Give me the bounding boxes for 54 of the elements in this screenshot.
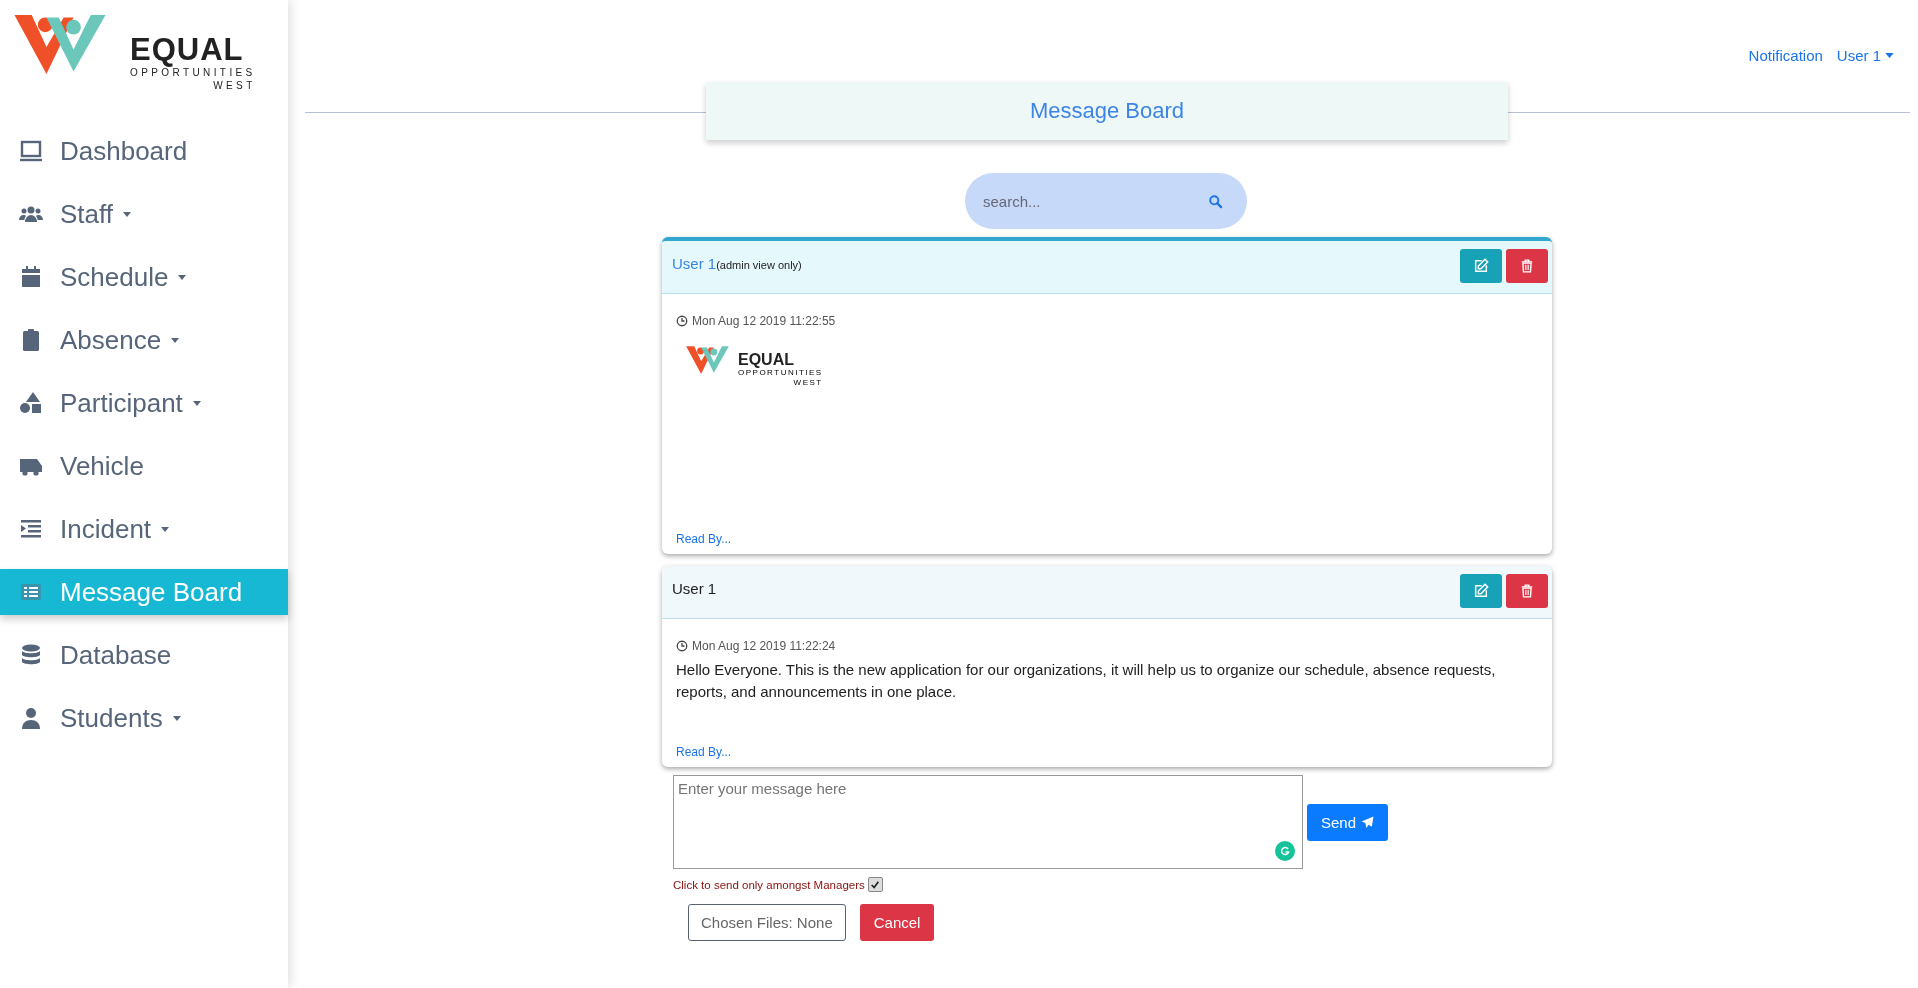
caret-icon xyxy=(192,400,201,406)
logo-subtitle: OPPORTUNITIES xyxy=(130,67,256,80)
post-time: Mon Aug 12 2019 11:22:24 xyxy=(692,639,836,653)
delete-button[interactable] xyxy=(1506,249,1548,283)
author-name: User 1 xyxy=(672,255,717,272)
edit-icon xyxy=(1473,258,1489,274)
sidebar-item[interactable]: Participant xyxy=(0,380,288,426)
cancel-button[interactable]: Cancel xyxy=(859,904,935,941)
search-icon xyxy=(1208,194,1223,209)
send-button[interactable]: Send xyxy=(1307,803,1389,841)
caret-icon xyxy=(161,526,170,532)
clock-icon xyxy=(676,640,688,652)
sidebar-item[interactable]: Vehicle xyxy=(0,443,288,489)
sidebar-item[interactable]: Schedule xyxy=(0,254,288,300)
logo-title: EQUAL xyxy=(130,34,244,66)
clock-icon xyxy=(676,315,688,327)
search-field[interactable]: search... xyxy=(965,173,1247,229)
caret-icon xyxy=(123,211,131,217)
checkmark-icon xyxy=(870,879,881,890)
author-name: User 1 xyxy=(672,580,717,597)
caret-icon xyxy=(178,274,187,280)
indent-list-icon xyxy=(18,517,44,541)
edit-icon xyxy=(1473,583,1489,599)
managers-only-checkbox[interactable] xyxy=(867,877,883,892)
caret-icon xyxy=(172,715,181,721)
user-menu[interactable]: User 1 xyxy=(1836,31,1894,80)
caret-icon xyxy=(171,337,180,343)
message-field[interactable]: Enter your message here xyxy=(673,775,1303,869)
logo-region: WEST xyxy=(213,80,256,92)
visibility-note: (admin view only) xyxy=(716,259,802,271)
notification-link[interactable]: Notification xyxy=(1748,31,1823,80)
paper-plane-icon xyxy=(1361,815,1375,829)
caret-icon xyxy=(1885,53,1894,58)
trash-icon xyxy=(1520,258,1534,274)
delete-button[interactable] xyxy=(1506,574,1548,608)
page-title: Message Board xyxy=(706,82,1508,140)
shapes-icon xyxy=(18,391,44,415)
trash-icon xyxy=(1520,583,1534,599)
edit-button[interactable] xyxy=(1460,249,1502,283)
sidebar-item[interactable]: Incident xyxy=(0,506,288,552)
message-text: Hello Everyone. This is the new application for our organizations, it will help us to organize our schedule, absence requests, reports, and announcements in one place. xyxy=(676,660,1497,702)
managers-only-label: Click to send only amongst Managers xyxy=(673,878,865,891)
sidebar-item[interactable]: Dashboard xyxy=(0,128,288,174)
sidebar-item[interactable]: Students xyxy=(0,695,288,741)
sidebar-item[interactable]: Absence xyxy=(0,317,288,363)
post-time: Mon Aug 12 2019 11:22:55 xyxy=(692,314,836,328)
file-chooser-button[interactable]: Chosen Files: None xyxy=(688,904,846,941)
sidebar-item[interactable]: Staff xyxy=(0,191,288,237)
read-by-link[interactable]: Read By... xyxy=(676,745,1538,759)
read-by-link[interactable]: Read By... xyxy=(676,532,1538,546)
laptop-icon xyxy=(18,139,44,163)
edit-button[interactable] xyxy=(1460,574,1502,608)
attached-logo-image: EQUAL OPPORTUNITIES WEST xyxy=(686,344,823,387)
sidebar-item[interactable]: Database xyxy=(0,632,288,678)
